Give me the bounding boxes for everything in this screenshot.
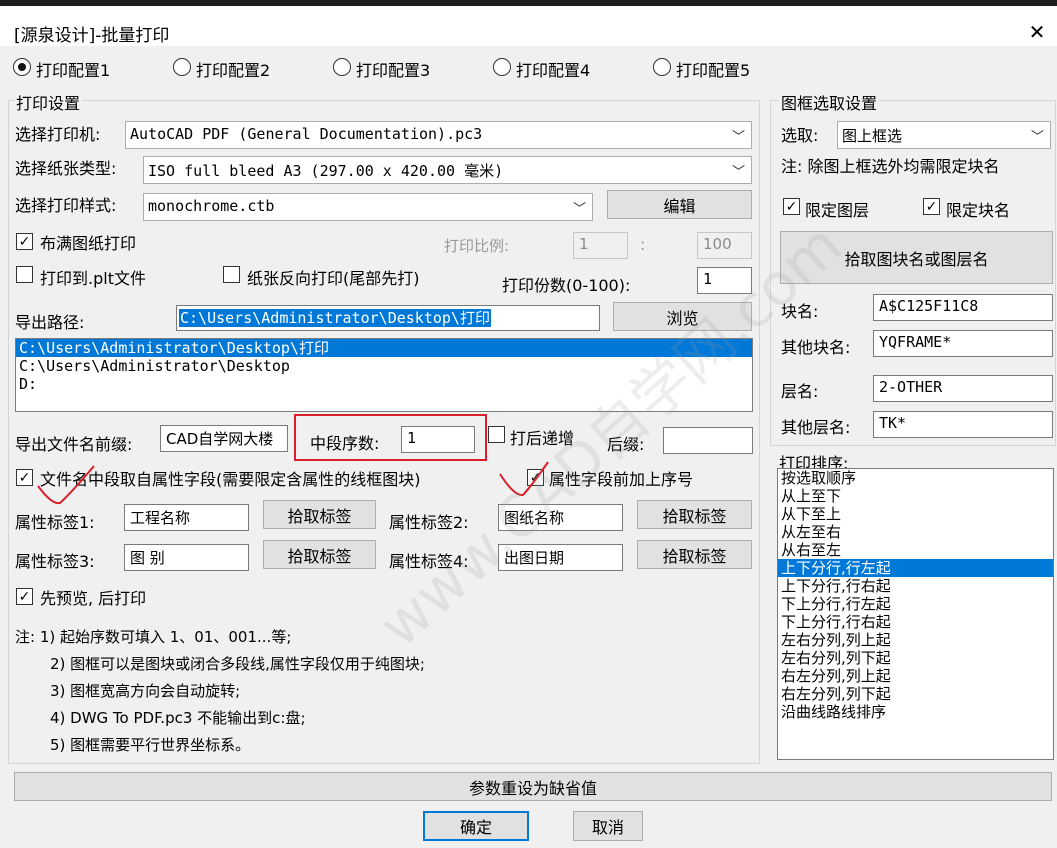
watermark-text: www.CAD自学网.com [366, 211, 855, 661]
red-check-mark-left [37, 465, 95, 505]
annotation-layer: www.CAD自学网.com [37, 211, 855, 661]
